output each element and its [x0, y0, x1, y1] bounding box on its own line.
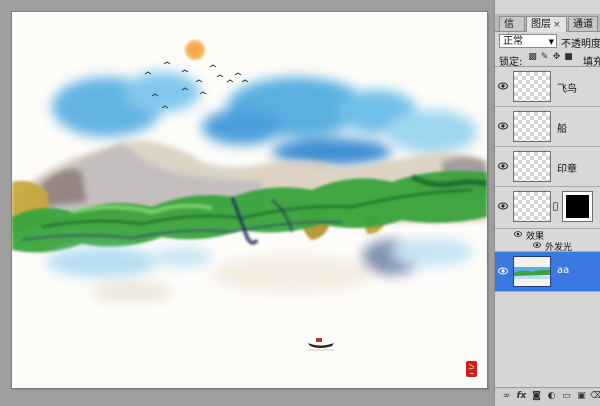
chain-link-icon[interactable] [553, 202, 558, 211]
reflection-mist [47, 238, 472, 302]
close-icon[interactable]: × [553, 20, 561, 30]
layer-name: 印章 [557, 164, 577, 175]
lock-label: 锁定: [499, 57, 523, 68]
tab-layers-label: 图层 [531, 19, 551, 30]
folder-icon[interactable]: ▭ [561, 391, 572, 402]
eye-icon[interactable] [498, 266, 508, 276]
eye-icon[interactable] [498, 201, 508, 211]
blend-mode-value: 正常 [503, 36, 523, 47]
layer-row-seal[interactable]: 印章 [495, 147, 600, 187]
dropdown-arrow-icon: ▼ [548, 38, 554, 46]
lock-move-icon[interactable]: ✥ [552, 53, 561, 62]
opacity-label: 不透明度: [561, 39, 600, 50]
tab-channels-label: 通道 [573, 19, 593, 30]
trash-icon[interactable]: ⌫ [590, 391, 600, 402]
sun [184, 39, 206, 61]
eye-icon[interactable] [514, 230, 522, 238]
tab-layers[interactable]: 图层 × [526, 16, 567, 32]
ink-landscape-artwork [12, 39, 487, 377]
layer-thumbnail [513, 256, 551, 287]
canvas-workspace[interactable] [0, 0, 494, 406]
effects-row[interactable]: 效果 [495, 229, 600, 242]
layer-name: aa [557, 265, 570, 276]
layer-row-masked[interactable] [495, 187, 600, 229]
layer-row-boat[interactable]: 船 [495, 107, 600, 147]
mask-fill [566, 195, 589, 218]
layer-name: 船 [557, 124, 567, 135]
fx-icon[interactable]: fx [516, 391, 527, 402]
lock-row: 锁定: ▩ ✎ ✥ ■ 填充: [495, 50, 600, 68]
layer-mask-thumbnail[interactable] [562, 191, 593, 222]
mask-icon[interactable]: ◙ [531, 391, 542, 402]
layer-thumbnail [513, 151, 551, 182]
small-boat [308, 338, 334, 351]
blend-row: 正常 ▼ 不透明度: [495, 32, 600, 50]
tab-info[interactable]: 信息 [499, 16, 525, 45]
link-icon[interactable]: ∞ [501, 391, 512, 402]
red-seal-stamp [466, 361, 477, 377]
layer-row-birds[interactable]: 飞鸟 [495, 67, 600, 107]
outer-glow-effect-row[interactable]: 外发光 [495, 240, 600, 253]
layer-name: 飞鸟 [557, 84, 577, 95]
layer-thumbnail [513, 71, 551, 102]
panel-tabs: 信息 图层× 通道 [495, 14, 600, 45]
eye-icon[interactable] [498, 161, 508, 171]
adjustment-icon[interactable]: ◐ [546, 391, 557, 402]
blend-mode-select[interactable]: 正常 ▼ [499, 34, 557, 48]
lock-brush-icon[interactable]: ✎ [540, 53, 549, 62]
eye-icon[interactable] [498, 121, 508, 131]
lock-transparent-icon[interactable]: ▩ [528, 53, 537, 62]
document-canvas[interactable] [12, 12, 487, 388]
layer-row-aa[interactable]: aa [495, 252, 600, 292]
layer-thumbnail [513, 191, 551, 222]
tab-channels[interactable]: 通道 [568, 16, 598, 31]
fill-label: 填充: [583, 57, 600, 68]
thumbnail-landscape [514, 267, 550, 279]
panel-bottom-toolbar: ∞ fx ◙ ◐ ▭ ▣ ⌫ [495, 387, 600, 406]
lock-all-icon[interactable]: ■ [564, 53, 573, 62]
layers-panel: 信息 图层× 通道 正常 ▼ 不透明度: 锁定: ▩ ✎ ✥ ■ 填充: 飞鸟 [494, 0, 600, 406]
eye-icon[interactable] [498, 81, 508, 91]
new-layer-icon[interactable]: ▣ [576, 391, 587, 402]
layer-thumbnail [513, 111, 551, 142]
eye-icon[interactable] [533, 241, 541, 249]
